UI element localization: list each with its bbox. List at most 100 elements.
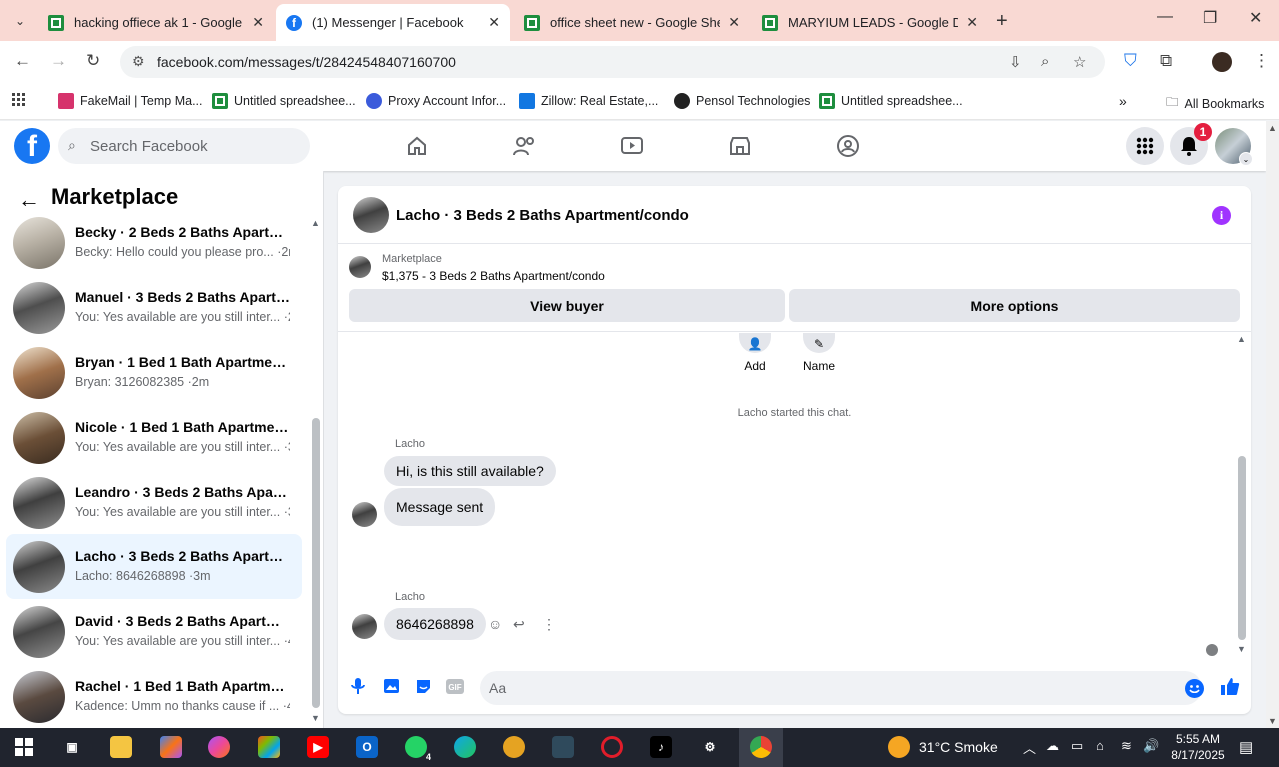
copilot-icon[interactable] <box>160 736 182 758</box>
file-explorer-icon[interactable] <box>110 736 132 758</box>
info-icon[interactable]: i <box>1212 206 1231 225</box>
youtube-icon[interactable]: ▶ <box>307 736 329 758</box>
scroll-up-icon[interactable]: ▲ <box>1268 123 1277 133</box>
add-contact-button[interactable]: 👤 Add <box>738 333 772 373</box>
close-tab-icon[interactable]: ✕ <box>728 14 740 31</box>
install-app-icon[interactable]: ⇩ <box>1009 53 1022 71</box>
friends-icon[interactable] <box>512 133 538 159</box>
conversation-item[interactable]: Becky · 2 Beds 2 Baths Apartme... Becky:… <box>6 210 302 275</box>
tray-chevron-icon[interactable]: ︿ <box>1023 738 1036 757</box>
sender-avatar[interactable] <box>352 614 377 639</box>
more-options-button[interactable]: More options <box>789 289 1240 322</box>
reply-icon[interactable]: ↩ <box>513 616 525 633</box>
browser-tab-2[interactable]: f (1) Messenger | Facebook ✕ <box>276 4 510 41</box>
scroll-down-icon[interactable]: ▼ <box>311 713 320 723</box>
set-nickname-button[interactable]: ✎ Name <box>801 333 837 373</box>
notification-center-icon[interactable]: ▤ <box>1239 738 1253 756</box>
bookmark-pensol[interactable]: Pensol Technologies <box>674 93 810 109</box>
browser-tab-1[interactable]: hacking offiece ak 1 - Google D ✕ <box>38 4 274 41</box>
extension-shield-icon[interactable]: ⛉ <box>1124 51 1137 71</box>
message-bubble[interactable]: Hi, is this still available? <box>384 456 556 486</box>
facebook-search[interactable]: ⌕ <box>58 128 310 164</box>
system-clock[interactable]: 5:55 AM 8/17/2025 <box>1166 731 1230 763</box>
new-tab-button[interactable]: + <box>996 10 1008 33</box>
gif-icon[interactable]: GIF <box>445 676 465 696</box>
tab-search-icon[interactable]: ⌄ <box>8 9 32 33</box>
photo-icon[interactable] <box>381 676 401 696</box>
close-tab-icon[interactable]: ✕ <box>488 14 500 31</box>
app-icon-2[interactable] <box>552 736 574 758</box>
conversation-item-active[interactable]: Lacho · 3 Beds 2 Baths Apartme... Lacho:… <box>6 534 302 599</box>
weather-text[interactable]: 31°C Smoke <box>919 739 998 755</box>
message-bubble[interactable]: 8646268898 <box>384 608 486 640</box>
page-scrollbar[interactable]: ▲ ▼ <box>1266 121 1279 728</box>
wifi-icon[interactable]: ≋ <box>1121 738 1132 754</box>
conversation-item[interactable]: Leandro · 3 Beds 2 Baths Apart... You: Y… <box>6 470 302 535</box>
groups-icon[interactable] <box>835 133 861 159</box>
opera-icon[interactable] <box>601 736 623 758</box>
home-icon[interactable] <box>404 133 430 159</box>
onedrive-icon[interactable]: ☁ <box>1046 738 1059 754</box>
minimize-icon[interactable]: — <box>1157 8 1173 26</box>
chat-title[interactable]: Lacho · 3 Beds 2 Baths Apartment/condo <box>396 207 689 224</box>
back-icon[interactable]: ← <box>14 51 31 71</box>
edge-icon[interactable] <box>454 736 476 758</box>
network-icon[interactable]: ⌂ <box>1096 738 1104 753</box>
video-icon[interactable] <box>619 133 645 159</box>
sidebar-scrollbar[interactable] <box>312 418 320 708</box>
extensions-icon[interactable]: ⧉ <box>1160 51 1172 71</box>
message-input-wrapper[interactable] <box>480 671 1204 705</box>
medal-app-icon[interactable] <box>503 736 525 758</box>
conversation-item[interactable]: Rachel · 1 Bed 1 Bath Apartment... Kaden… <box>6 664 302 728</box>
account-avatar[interactable]: ⌄ <box>1215 128 1253 166</box>
close-tab-icon[interactable]: ✕ <box>252 14 264 31</box>
scroll-up-icon[interactable]: ▲ <box>311 218 320 228</box>
more-bookmarks-icon[interactable]: » <box>1119 93 1127 109</box>
sticker-icon[interactable] <box>413 676 433 696</box>
message-input[interactable] <box>489 671 1169 705</box>
app-icon[interactable] <box>208 736 230 758</box>
task-view-icon[interactable]: ▣ <box>61 736 83 758</box>
bookmark-proxy[interactable]: Proxy Account Infor... <box>366 93 506 109</box>
apps-grid-icon[interactable] <box>12 93 26 107</box>
browser-tab-3[interactable]: office sheet new - Google Shee ✕ <box>514 4 750 41</box>
search-input[interactable] <box>90 128 300 164</box>
marketplace-icon[interactable] <box>727 133 753 159</box>
message-bubble[interactable]: Message sent <box>384 488 496 526</box>
conversation-item[interactable]: Bryan · 1 Bed 1 Bath Apartment/... Bryan… <box>6 340 302 405</box>
forward-icon[interactable]: → <box>50 51 67 71</box>
emoji-icon[interactable] <box>1185 679 1204 698</box>
scroll-down-icon[interactable]: ▼ <box>1268 716 1277 726</box>
listing-price[interactable]: $1,375 - 3 Beds 2 Baths Apartment/condo <box>382 269 605 283</box>
chat-avatar[interactable] <box>353 197 389 233</box>
browser-tab-4[interactable]: MARYIUM LEADS - Google Driv ✕ <box>752 4 988 41</box>
react-emoji-icon[interactable]: ☺ <box>488 616 502 632</box>
whatsapp-icon[interactable]: 4 <box>405 736 433 762</box>
view-buyer-button[interactable]: View buyer <box>349 289 785 322</box>
microsoft-store-icon[interactable] <box>258 736 280 758</box>
facebook-logo[interactable]: f <box>14 128 50 164</box>
like-thumbs-up-icon[interactable] <box>1220 676 1240 696</box>
windows-start-icon[interactable] <box>13 736 35 758</box>
battery-icon[interactable]: ▭ <box>1071 738 1083 754</box>
microphone-icon[interactable] <box>348 676 368 696</box>
conversation-item[interactable]: Manuel · 3 Beds 2 Baths Apartm... You: Y… <box>6 275 302 340</box>
volume-icon[interactable]: 🔊 <box>1143 738 1159 754</box>
close-tab-icon[interactable]: ✕ <box>966 14 978 31</box>
bookmark-zillow[interactable]: Zillow: Real Estate,... <box>519 93 658 109</box>
chrome-taskbar-active[interactable] <box>739 728 783 767</box>
scroll-up-icon[interactable]: ▲ <box>1237 334 1246 344</box>
restore-icon[interactable]: ❐ <box>1203 8 1217 28</box>
reload-icon[interactable]: ↻ <box>86 51 100 71</box>
outlook-icon[interactable]: O <box>356 736 378 758</box>
url-text[interactable]: facebook.com/messages/t/2842454840716070… <box>157 54 456 70</box>
scroll-down-icon[interactable]: ▼ <box>1237 644 1246 654</box>
close-window-icon[interactable]: ✕ <box>1249 8 1262 28</box>
settings-gear-icon[interactable]: ⚙ <box>699 736 721 758</box>
bookmark-untitled-2[interactable]: Untitled spreadshee... <box>819 93 963 109</box>
conversation-item[interactable]: David · 3 Beds 2 Baths Apartme... You: Y… <box>6 599 302 664</box>
menu-grid-icon[interactable] <box>1126 127 1164 165</box>
bookmark-star-icon[interactable]: ☆ <box>1073 53 1086 71</box>
profile-avatar[interactable] <box>1212 52 1232 72</box>
chat-scrollbar[interactable] <box>1238 456 1246 640</box>
